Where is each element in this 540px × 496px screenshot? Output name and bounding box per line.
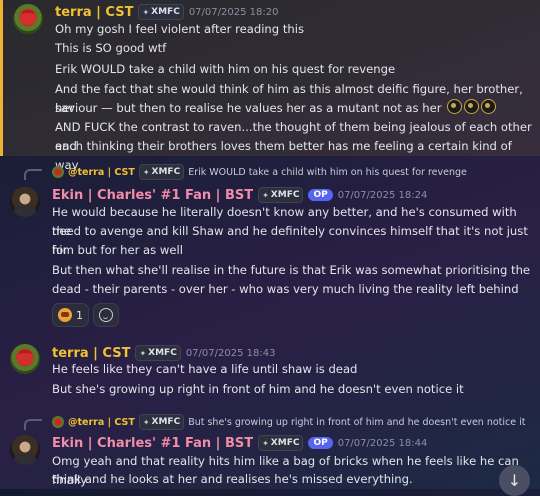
reply-text: Erik WOULD take a child with him on his … <box>188 166 467 178</box>
author-name[interactable]: terra | CST <box>52 346 130 361</box>
message-line: Erik WOULD take a child with him on his … <box>55 62 396 76</box>
tag-icon: ✦ <box>142 7 150 17</box>
message-line-with-emoji: saviour — but then to realise he values … <box>55 99 535 118</box>
message-line: him but for her as well <box>52 243 183 257</box>
timestamp: 07/07/2025 18:43 <box>185 347 276 359</box>
reply-preview[interactable]: @terra | CST ✦ XMFC But she's growing up … <box>52 414 526 430</box>
avatar[interactable] <box>10 187 40 217</box>
reaction-count: 1 <box>76 308 83 322</box>
message-line: think and he looks at her and realises h… <box>52 472 413 486</box>
tag-icon: ✦ <box>142 167 150 177</box>
tag-icon: ✦ <box>142 417 150 427</box>
scroll-to-bottom-button[interactable]: ↓ <box>499 465 530 496</box>
emoji-icon[interactable] <box>447 99 463 114</box>
reply-connector <box>24 169 42 180</box>
message-ekin-1844: @terra | CST ✦ XMFC But she's growing up … <box>0 410 540 489</box>
arrow-down-icon: ↓ <box>507 471 522 490</box>
message-line: But then what she'll realise in the futu… <box>52 263 531 277</box>
tag-icon: ✦ <box>262 438 269 448</box>
message-line: This is SO good wtf <box>55 41 167 55</box>
reaction-emoji-icon <box>58 308 72 322</box>
add-reaction-button[interactable] <box>93 303 119 327</box>
avatar[interactable] <box>10 344 40 374</box>
timestamp: 07/07/2025 18:44 <box>337 437 428 449</box>
tag-icon: ✦ <box>262 190 269 200</box>
reply-author[interactable]: @terra | CST <box>68 167 135 178</box>
emoji-icon[interactable] <box>464 99 480 114</box>
tag-icon: ✦ <box>139 348 147 358</box>
timestamp: 07/07/2025 18:20 <box>188 6 279 18</box>
message-terra-1820: terra | CST ✦ XMFC 07/07/2025 18:20 Oh my… <box>0 0 540 172</box>
op-badge: OP <box>308 189 333 201</box>
reply-connector <box>24 419 42 430</box>
message-ekin-1824: @terra | CST ✦ XMFC Erik WOULD take a chi… <box>0 160 540 330</box>
reply-text: But she's growing up right in front of h… <box>188 416 526 428</box>
avatar[interactable] <box>10 435 40 465</box>
message-line: He feels like they can't have a life unt… <box>52 362 358 376</box>
timestamp: 07/07/2025 18:24 <box>337 189 428 201</box>
server-tag[interactable]: ✦ XMFC <box>258 435 304 451</box>
reply-avatar <box>52 166 64 178</box>
reply-preview[interactable]: @terra | CST ✦ XMFC Erik WOULD take a chi… <box>52 164 467 180</box>
server-tag[interactable]: ✦ XMFC <box>258 187 304 203</box>
reply-author[interactable]: @terra | CST <box>68 417 135 428</box>
message-line: dead - their parents - over her - who wa… <box>52 282 519 296</box>
author-name[interactable]: Ekin | Charles' #1 Fan | BST <box>52 436 253 451</box>
message-line: Oh my gosh I feel violent after reading … <box>55 22 304 36</box>
server-tag[interactable]: ✦ XMFC <box>135 345 181 361</box>
author-name[interactable]: Ekin | Charles' #1 Fan | BST <box>52 188 253 203</box>
server-tag: ✦ XMFC <box>138 414 185 430</box>
add-reaction-icon <box>99 308 113 322</box>
avatar[interactable] <box>13 4 43 34</box>
op-badge: OP <box>308 437 333 449</box>
server-tag: ✦ XMFC <box>138 164 185 180</box>
author-name[interactable]: terra | CST <box>55 5 133 20</box>
reaction-button[interactable]: 1 <box>52 303 89 327</box>
reactions: 1 <box>52 303 119 327</box>
message-terra-1843: terra | CST ✦ XMFC 07/07/2025 18:43 He fe… <box>0 340 540 402</box>
emoji-icon[interactable] <box>481 99 497 114</box>
message-line: But she's growing up right in front of h… <box>52 382 464 396</box>
server-tag[interactable]: ✦ XMFC <box>138 4 184 20</box>
reply-avatar <box>52 416 64 428</box>
